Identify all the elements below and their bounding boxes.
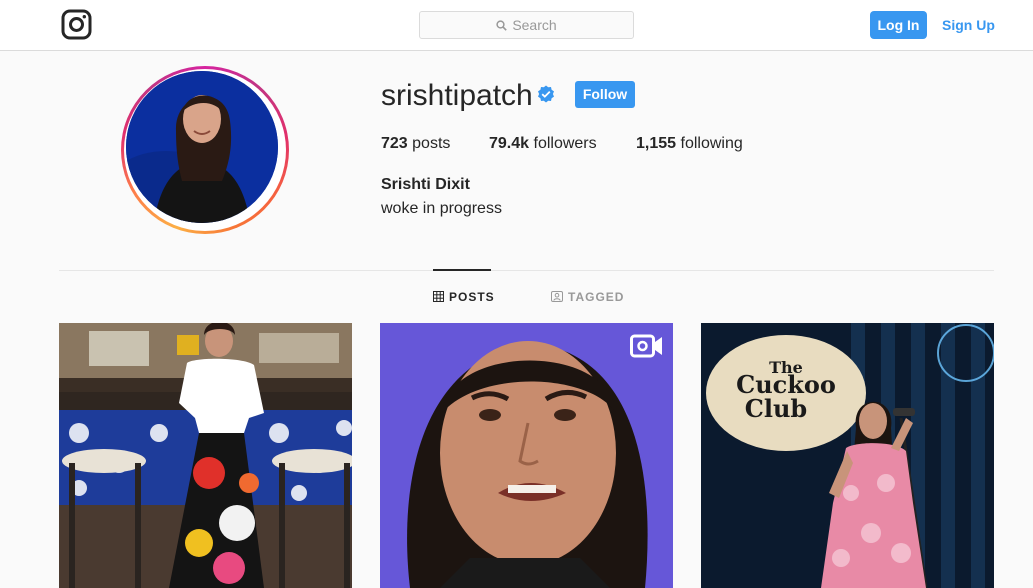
following-label: following [680,135,743,152]
search-placeholder: Search [512,17,557,33]
tag-icon [551,291,563,302]
followers-label: followers [533,135,597,152]
follow-button[interactable]: Follow [575,81,635,108]
post-image [59,323,352,588]
tab-tagged[interactable]: TAGGED [551,290,624,305]
search-input[interactable]: Search [419,11,634,39]
profile-full-name: Srishti Dixit [381,176,470,193]
avatar-image [126,71,278,223]
instagram-logo-icon[interactable] [61,9,92,40]
profile-bio: woke in progress [381,200,502,217]
stat-following[interactable]: 1,155 following [636,134,743,154]
post-image [380,323,673,588]
followers-count: 79.4k [489,135,530,152]
post-thumbnail[interactable] [59,323,352,588]
posts-label: posts [412,135,451,152]
signup-link[interactable]: Sign Up [942,11,995,39]
stat-posts: 723 posts [381,134,450,154]
post-thumbnail-video[interactable] [380,323,673,588]
following-count: 1,155 [636,135,677,152]
tabs-divider [59,270,994,271]
top-nav: Search Log In Sign Up [0,0,1033,51]
post-image: The Cuckoo Club [701,323,994,588]
post-thumbnail[interactable]: The Cuckoo Club [701,323,994,588]
story-ring[interactable] [121,66,289,234]
video-icon [630,334,662,358]
avatar[interactable] [126,71,278,223]
tab-tagged-label: TAGGED [568,290,625,304]
cuckoo-club-sign-club: Club [745,394,807,423]
tab-posts[interactable]: POSTS [433,290,495,305]
login-button[interactable]: Log In [870,11,927,39]
verified-badge-icon [538,85,554,103]
stat-followers[interactable]: 79.4k followers [489,134,597,154]
active-tab-indicator [433,269,491,271]
grid-icon [433,291,444,302]
posts-count: 723 [381,135,408,152]
search-icon [496,20,508,31]
profile-username: srishtipatch [381,79,533,112]
tab-posts-label: POSTS [449,290,495,304]
